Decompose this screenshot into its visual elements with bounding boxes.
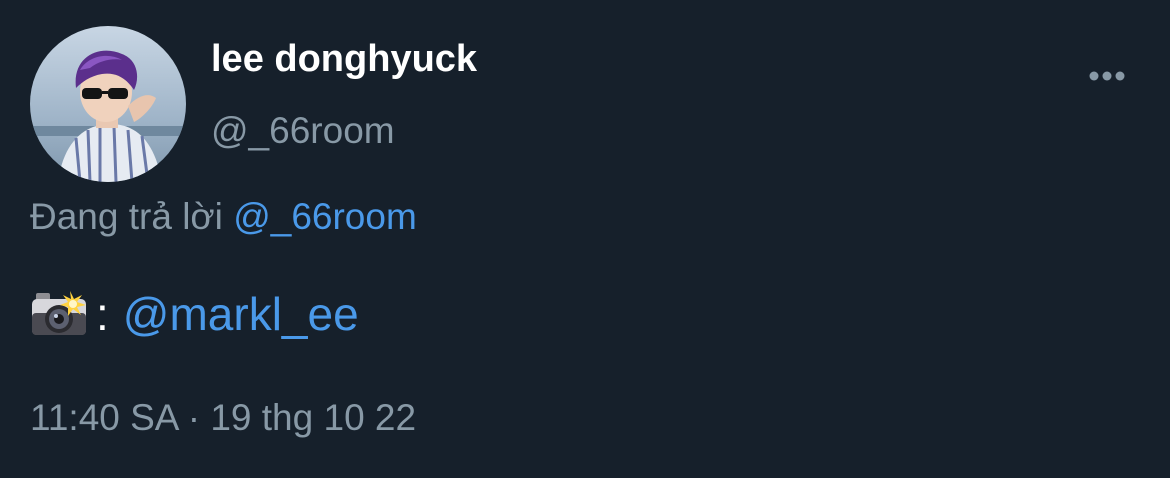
replying-to-line: Đang trả lời @_66room: [30, 196, 417, 238]
tweet-timestamp[interactable]: 11:40 SA · 19 thg 10 22: [30, 397, 416, 439]
timestamp-time: 11:40 SA: [30, 397, 178, 438]
more-options-button[interactable]: [1082, 62, 1132, 90]
camera-with-flash-icon: [30, 289, 88, 339]
body-mention-link[interactable]: @markl_ee: [123, 287, 359, 341]
reply-mention-link[interactable]: @_66room: [233, 196, 417, 237]
avatar-image: [30, 26, 186, 182]
tweet-text: : @markl_ee: [30, 284, 359, 344]
replying-to-label: Đang trả lời: [30, 196, 223, 237]
author-handle[interactable]: @_66room: [211, 110, 395, 152]
timestamp-date: 19 thg 10 22: [210, 397, 417, 438]
tweet-card: lee donghyuck @_66room Đang trả lời @_66…: [0, 0, 1170, 478]
author-display-name[interactable]: lee donghyuck: [211, 38, 477, 81]
more-horizontal-icon: [1089, 71, 1125, 81]
author-avatar[interactable]: [30, 26, 186, 182]
timestamp-separator: ·: [187, 397, 201, 438]
tweet-separator: :: [96, 288, 109, 340]
